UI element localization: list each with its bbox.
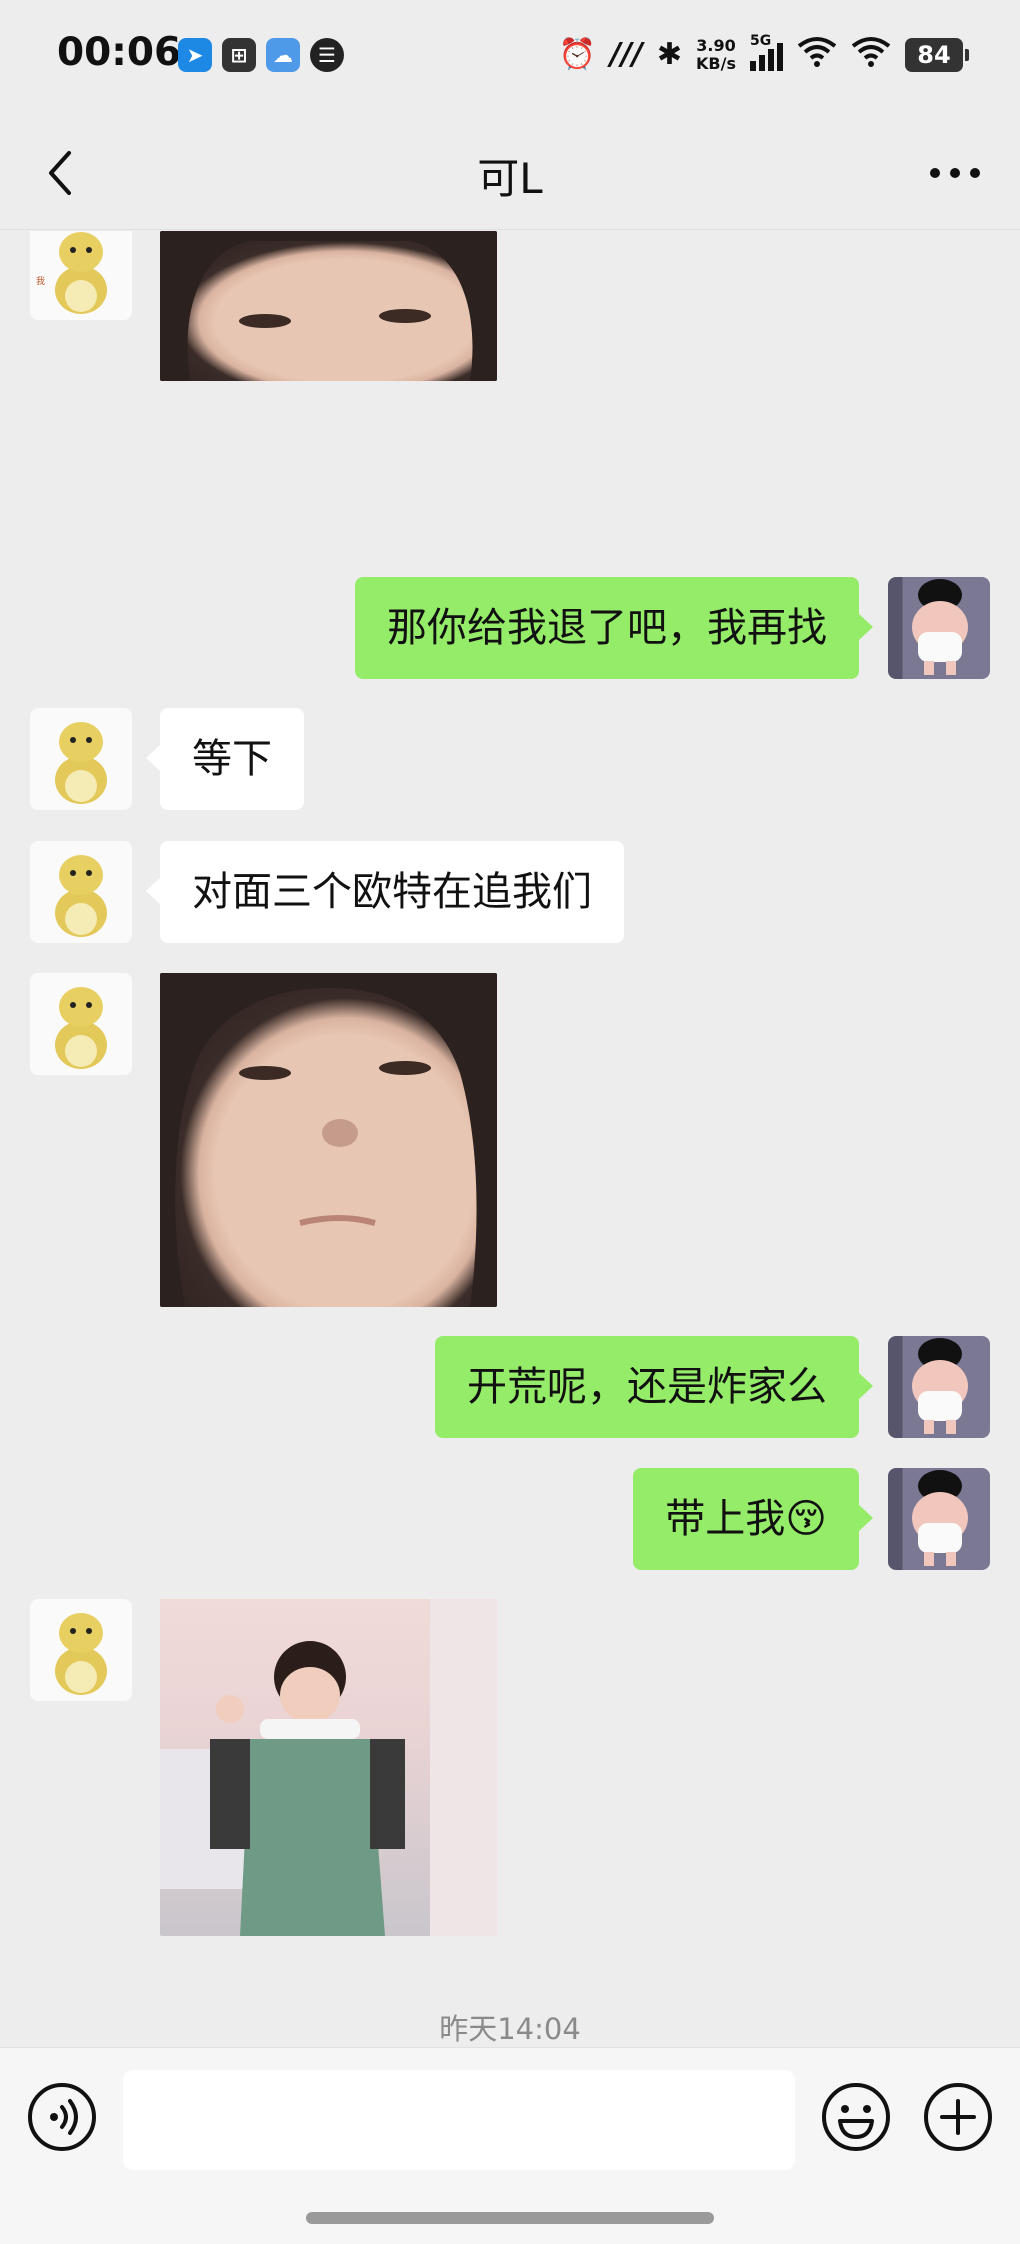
cartoon-character-icon [912, 1338, 968, 1434]
emoji-button[interactable] [820, 2081, 892, 2153]
nfc-icon: /// [610, 37, 643, 72]
dinosaur-sticker-icon [55, 987, 107, 1069]
image-message[interactable] [160, 1599, 497, 1936]
toddler-waving-image [160, 1599, 497, 1936]
status-bar: 00:06 ➤ ⊞ ☁ ☰ ⏰ /// ✱ 3.90 KB/s 5G 84 [0, 0, 1020, 115]
svg-text:我: 我 [36, 276, 45, 287]
image-message[interactable] [160, 973, 497, 1307]
my-avatar[interactable] [888, 1468, 990, 1570]
network-type: 5G [750, 33, 772, 49]
my-avatar[interactable] [888, 577, 990, 679]
network-speed-value: 3.90 [696, 36, 736, 55]
toddler-face-image [160, 231, 497, 381]
contact-avatar[interactable]: 我 [30, 231, 132, 320]
network-speed-unit: KB/s [696, 54, 736, 73]
dinosaur-sticker-icon [55, 1613, 107, 1695]
alarm-icon: ⏰ [558, 37, 597, 72]
toddler-face-image [160, 973, 497, 1307]
contact-avatar[interactable] [30, 708, 132, 810]
contact-avatar[interactable] [30, 841, 132, 943]
message-timestamp: 昨天14:04 [439, 2012, 581, 2046]
misc-app-icon: ☰ [310, 38, 344, 72]
kissing-face-emoji: 😚 [785, 1496, 827, 1542]
cartoon-character-icon [912, 1470, 968, 1566]
more-functions-button[interactable] [922, 2081, 994, 2153]
network-speed: 3.90 KB/s [696, 37, 736, 73]
message-input[interactable] [123, 2070, 795, 2170]
battery-icon: 84 [905, 38, 969, 72]
status-indicators: ⏰ /// ✱ 3.90 KB/s 5G 84 [558, 30, 969, 80]
message-bubble[interactable]: 等下 [146, 708, 304, 810]
cellular-signal-icon: 5G [750, 33, 783, 71]
message-bubble[interactable]: 那你给我退了吧，我再找 [355, 577, 873, 679]
contact-avatar[interactable] [30, 973, 132, 1075]
voice-icon [28, 2083, 96, 2151]
chat-title: 可L [477, 154, 543, 203]
dinosaur-sticker-icon [55, 722, 107, 804]
my-avatar[interactable] [888, 1336, 990, 1438]
wifi-secondary-icon [851, 36, 891, 74]
plus-icon [924, 2083, 992, 2151]
voice-button[interactable] [26, 2081, 98, 2153]
contact-avatar[interactable] [30, 1599, 132, 1701]
chat-header: 可L [0, 115, 1020, 230]
status-time: 00:06 [57, 30, 182, 75]
more-dots-icon [930, 168, 980, 178]
cloud-app-icon: ☁ [266, 38, 300, 72]
message-bubble[interactable]: 带上我😚 [633, 1468, 873, 1570]
wifi-icon [797, 36, 837, 74]
bluetooth-icon: ✱ [656, 37, 683, 72]
home-indicator[interactable] [306, 2212, 714, 2224]
message-bubble[interactable]: 开荒呢，还是炸家么 [435, 1336, 873, 1438]
message-text: 带上我 [665, 1496, 786, 1542]
image-message[interactable] [160, 231, 497, 381]
navigation-app-icon: ➤ [178, 38, 212, 72]
dinosaur-sticker-icon: 我 [36, 232, 107, 314]
message-list[interactable]: 我 那你给我退了吧，我再找 等下 对面三个欧特在追我们 开荒呢，还是炸家么 带上… [0, 231, 1020, 2046]
notification-icons: ➤ ⊞ ☁ ☰ [178, 38, 344, 72]
more-options-button[interactable] [920, 143, 990, 203]
message-bubble[interactable]: 对面三个欧特在追我们 [146, 841, 624, 943]
battery-level: 84 [917, 41, 951, 69]
emoji-icon [822, 2083, 890, 2151]
news-app-icon: ⊞ [222, 38, 256, 72]
cartoon-character-icon [912, 579, 968, 675]
dinosaur-sticker-icon [55, 855, 107, 937]
